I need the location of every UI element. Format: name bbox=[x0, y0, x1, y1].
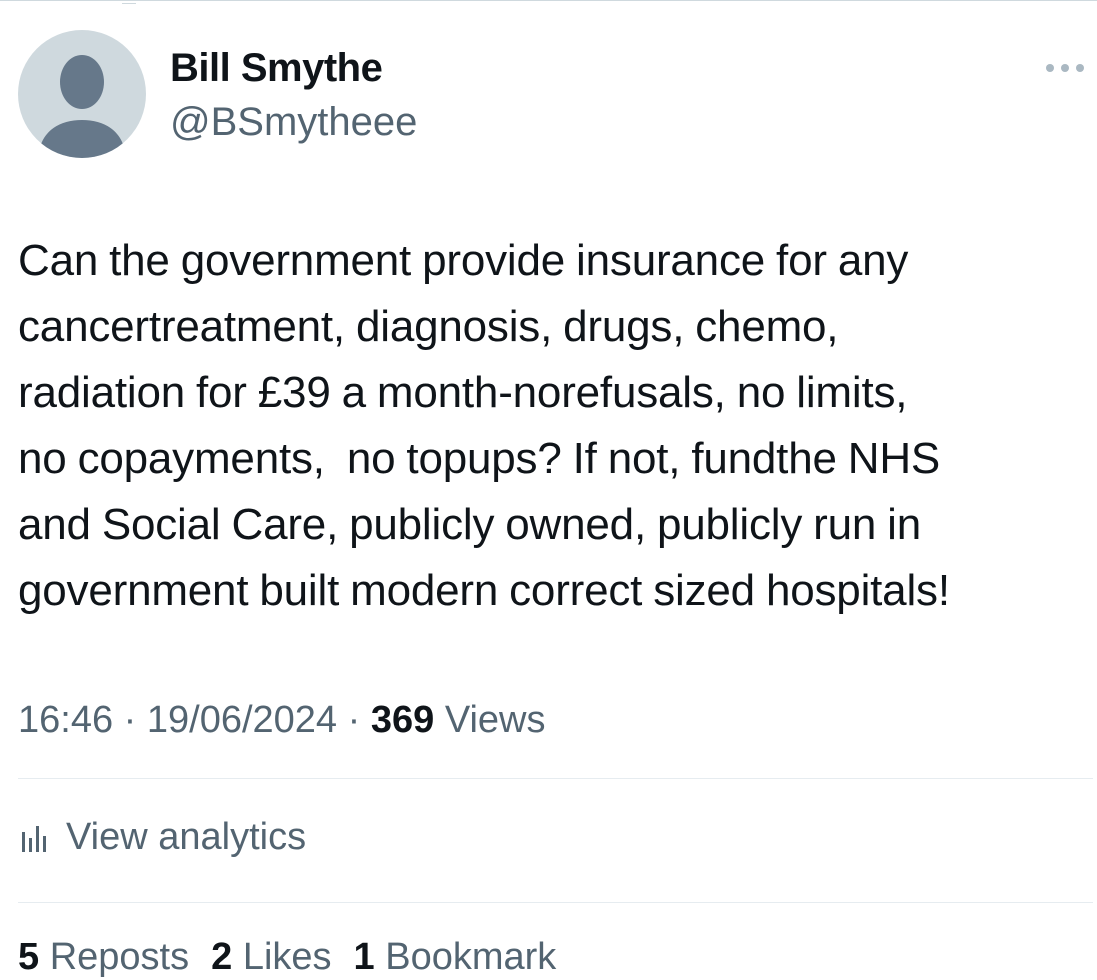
more-button[interactable] bbox=[1040, 56, 1090, 80]
bookmarks-count: 1 bbox=[353, 936, 375, 978]
reposts-stat[interactable]: 5 Reposts bbox=[18, 936, 189, 978]
views-count: 369 bbox=[370, 699, 435, 741]
tweet-date[interactable]: 19/06/2024 bbox=[147, 699, 337, 741]
reposts-label: Reposts bbox=[49, 936, 190, 978]
meta-separator: · bbox=[347, 699, 361, 741]
meta-separator: · bbox=[123, 699, 137, 741]
likes-stat[interactable]: 2 Likes bbox=[211, 936, 331, 978]
view-analytics-link[interactable]: View analytics bbox=[18, 812, 306, 862]
likes-label: Likes bbox=[242, 936, 332, 978]
top-divider bbox=[0, 0, 1097, 1]
tweet-metadata: 16:46 · 19/06/2024 · 369 Views bbox=[18, 697, 546, 743]
tweet-text: Can the government provide insurance for… bbox=[18, 236, 950, 615]
reposts-count: 5 bbox=[18, 936, 40, 978]
likes-count: 2 bbox=[211, 936, 233, 978]
bookmarks-label: Bookmark bbox=[385, 936, 557, 978]
default-profile-icon bbox=[38, 55, 126, 158]
author-name[interactable]: Bill Smythe bbox=[170, 44, 383, 92]
engagement-stats: 5 Reposts 2 Likes 1 Bookmark bbox=[18, 934, 556, 980]
bookmarks-stat[interactable]: 1 Bookmark bbox=[354, 936, 557, 978]
more-horizontal-icon bbox=[1046, 64, 1084, 72]
divider bbox=[18, 902, 1093, 903]
view-analytics-label: View analytics bbox=[66, 815, 307, 858]
tweet-time[interactable]: 16:46 bbox=[18, 699, 113, 741]
divider bbox=[18, 778, 1093, 779]
views-label: Views bbox=[444, 699, 546, 741]
author-handle[interactable]: @BSmytheee bbox=[170, 98, 417, 146]
thread-connector bbox=[122, 0, 136, 4]
analytics-bars-icon bbox=[22, 826, 46, 852]
avatar[interactable] bbox=[18, 30, 146, 158]
